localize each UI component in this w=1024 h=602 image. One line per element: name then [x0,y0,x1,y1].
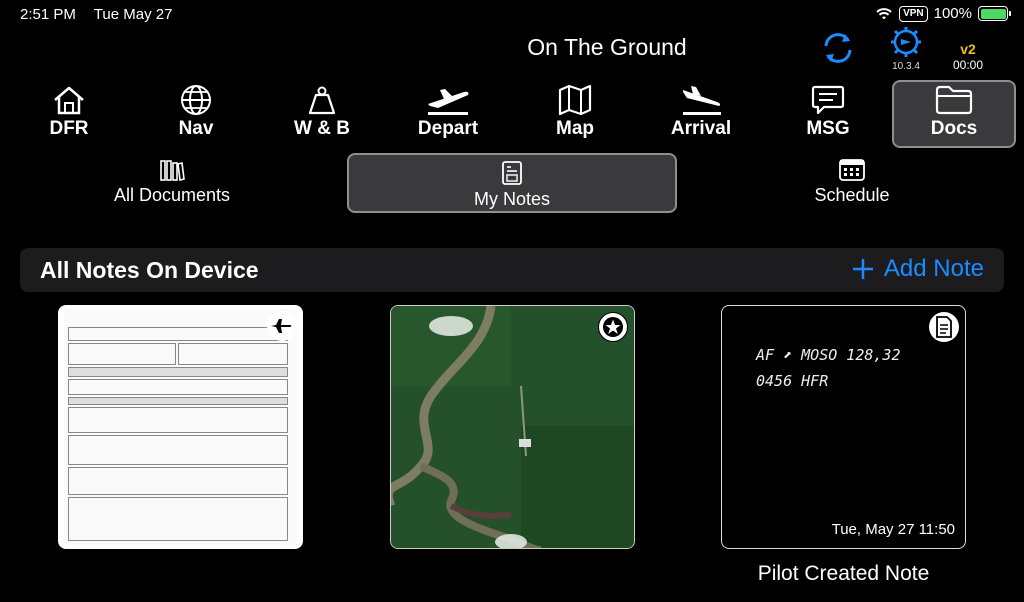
globe-icon [181,85,211,115]
sync-icon [824,33,852,63]
nav-depart[interactable]: Depart [386,80,510,148]
notes-section-header: All Notes On Device Add Note [20,248,1004,292]
page-title: On The Ground [527,34,687,60]
handwritten-line-1: AF ⬈ MOSO 128,32 [756,346,901,364]
document-icon [936,316,952,338]
house-icon [54,86,84,115]
battery-icon [978,6,1011,21]
tab-schedule[interactable]: Schedule [780,153,924,213]
tab-my-notes[interactable]: My Notes [347,153,677,213]
vpn-badge: VPN [899,5,928,22]
timer: 00:00 [952,58,984,72]
nav-label: DFR [49,118,89,139]
sub-tab-label: Schedule [814,185,890,205]
sync-button[interactable] [818,30,858,66]
nav-label: W & B [294,118,350,139]
note-icon [502,161,522,185]
document-thumbnail [64,309,297,545]
favorite-badge [598,312,628,342]
weight-icon [308,86,336,115]
nav-label: Map [556,118,594,139]
plus-icon [852,259,873,279]
note-caption: Pilot Created Note [757,562,930,585]
add-note-label: Add Note [883,255,984,282]
plane-icon [271,319,292,333]
nav-docs[interactable]: Docs [892,80,1016,148]
nav-map[interactable]: Map [513,80,637,148]
nav-label: Docs [930,118,978,139]
nav-dfr[interactable]: DFR [7,80,131,148]
note-type-badge [929,312,959,342]
folder-icon [935,85,973,115]
battery-percent: 100% [933,5,972,22]
nav-label: Depart [417,118,479,139]
document-badge [267,311,297,341]
sub-tab-label: All Documents [113,185,231,205]
sub-tab-label: My Notes [473,189,551,209]
settings-button[interactable]: 10.3.4 [888,26,924,72]
message-icon [811,85,845,115]
note-timestamp: Tue, May 27 11:50 [831,521,955,538]
nav-msg[interactable]: MSG [766,80,890,148]
gear-icon [891,27,921,57]
star-icon [603,317,623,337]
nav-label: Nav [178,118,214,139]
handwritten-line-2: 0456 HFR [756,372,829,390]
version-tag: v2 [960,41,976,57]
sub-nav: All Documents My Notes Schedule [0,153,1024,215]
books-icon [160,160,185,181]
plane-arrival-icon [683,86,721,115]
status-bar: 2:51 PM Tue May 27 VPN 100% [0,0,1024,30]
tab-all-documents[interactable]: All Documents [80,153,264,213]
main-nav: DFR Nav W & B Depart Map Arrival MSG Doc… [0,80,1024,150]
nav-arrival[interactable]: Arrival [639,80,763,148]
nav-label: Arrival [670,118,732,139]
version-timer: v2 00:00 [946,41,990,72]
status-time: 2:51 PM [20,6,76,23]
nav-nav[interactable]: Nav [134,80,258,148]
section-title: All Notes On Device [40,257,259,283]
note-card-document[interactable] [58,305,303,549]
note-card-handwritten[interactable]: AF ⬈ MOSO 128,32 0456 HFR Tue, May 27 11… [721,305,966,549]
calendar-icon [839,159,865,181]
plane-departure-icon [428,89,469,115]
status-date: Tue May 27 [93,6,173,23]
satellite-map-thumbnail [391,306,634,548]
note-card-map[interactable] [390,305,635,549]
wifi-icon [876,7,892,19]
map-icon [558,84,592,116]
app-version: 10.3.4 [892,61,920,72]
nav-label: MSG [806,118,850,139]
nav-weight-balance[interactable]: W & B [260,80,384,148]
add-note-button[interactable]: Add Note [852,255,984,283]
